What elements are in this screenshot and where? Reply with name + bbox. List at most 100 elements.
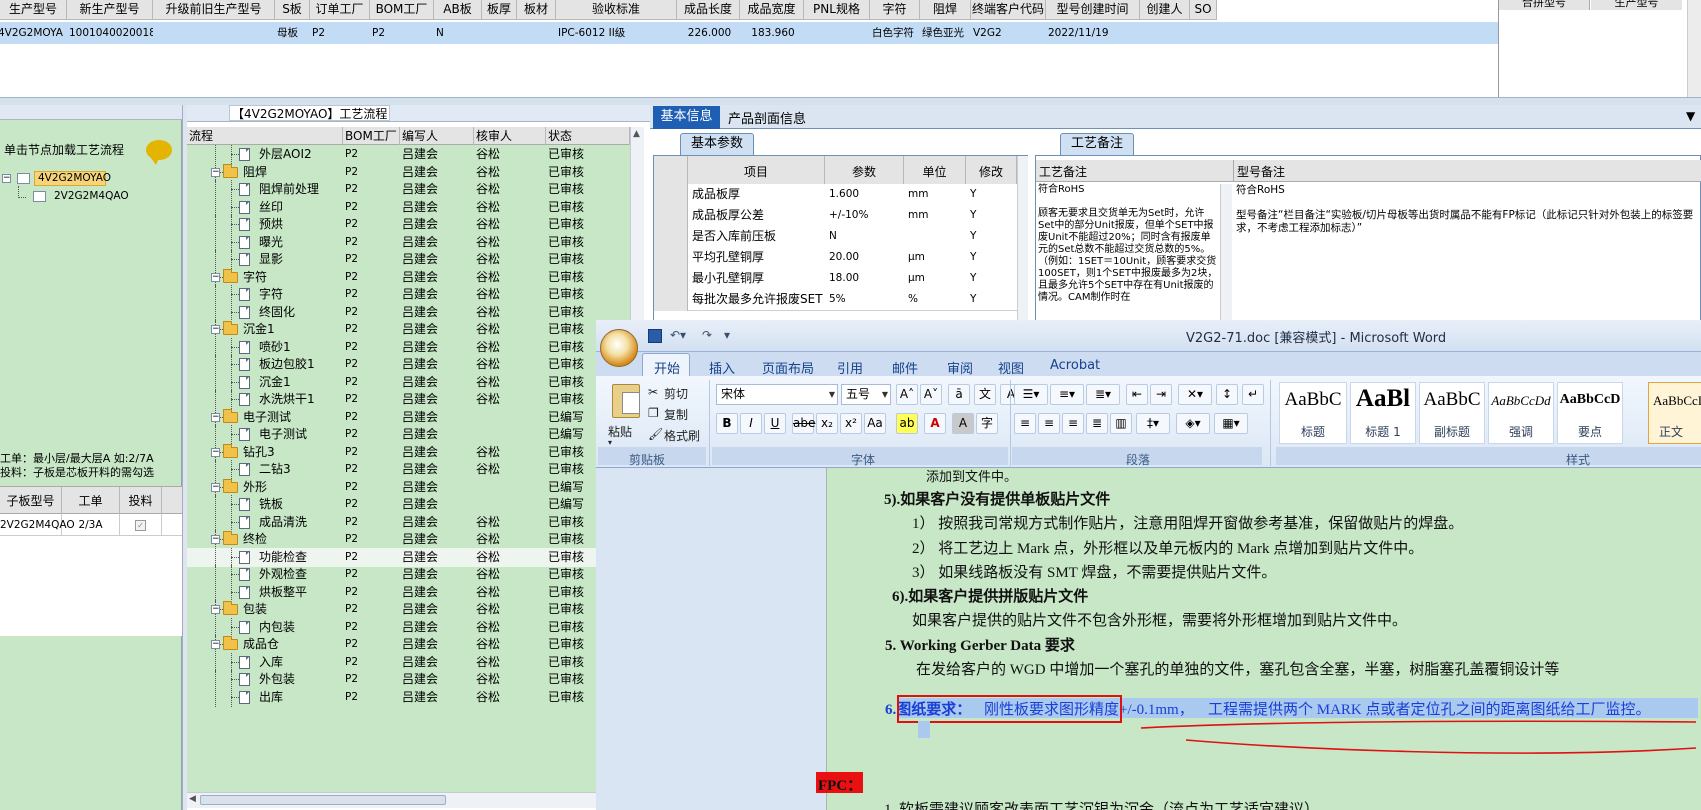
model-grid-header[interactable]: 板厚 — [482, 0, 517, 20]
dropdown-caret-icon[interactable]: ▼ — [1686, 109, 1695, 123]
process-row[interactable]: 终固化 P2 吕建会 谷松 已审核 — [187, 302, 630, 322]
collapse-icon[interactable]: − — [211, 272, 220, 282]
copy-icon[interactable]: ❐ — [648, 406, 659, 420]
process-row[interactable]: 预烘 P2 吕建会 谷松 已审核 — [187, 215, 630, 234]
process-row[interactable]: 二钻3 P2 吕建会 谷松 已审核 — [187, 460, 630, 479]
remark-scrollbar[interactable] — [1220, 184, 1232, 321]
param-value[interactable]: 18.00 — [829, 268, 859, 289]
process-row[interactable]: 丝印 P2 吕建会 谷松 已审核 — [187, 197, 630, 217]
param-value[interactable]: 1.600 — [829, 184, 859, 205]
ribbon-tab-references[interactable]: 引用 — [837, 358, 863, 377]
process-row[interactable]: − 字符 P2 吕建会 谷松 已审核 — [187, 267, 630, 287]
asian-layout-icon[interactable]: ✕▾ — [1178, 384, 1212, 405]
collapse-icon[interactable]: − — [211, 167, 220, 177]
bom-factory-header[interactable]: BOM工厂 — [343, 127, 400, 145]
row-gutter[interactable] — [654, 205, 688, 227]
scroll-up-icon[interactable]: ▲ — [633, 129, 640, 139]
author-header[interactable]: 编写人 — [400, 127, 474, 145]
model-grid-cell[interactable]: P2 — [312, 24, 370, 42]
row-gutter[interactable] — [654, 184, 688, 206]
status-header[interactable]: 状态 — [546, 127, 630, 145]
subscript-icon[interactable]: x₂ — [816, 413, 838, 434]
style-heading-1[interactable]: AaBl 标题 1 — [1350, 382, 1416, 444]
style-strong[interactable]: AaBbCcD 要点 — [1557, 382, 1623, 444]
save-icon[interactable] — [648, 329, 662, 343]
model-grid-cell[interactable]: 10010400200185 — [69, 24, 153, 42]
model-grid-header[interactable]: 成品宽度 — [740, 0, 804, 20]
highlight-icon[interactable]: ab — [896, 413, 918, 434]
char-shading-icon[interactable]: A — [952, 413, 974, 434]
font-color-icon[interactable]: A — [924, 413, 946, 434]
model-grid-header[interactable]: BOM工厂 — [370, 0, 434, 20]
process-row[interactable]: − 包装 P2 吕建会 谷松 已审核 — [187, 600, 630, 619]
ribbon-tab-view[interactable]: 视图 — [998, 358, 1024, 377]
model-grid-cell[interactable]: 4V2G2MOYAO — [0, 24, 63, 42]
change-case-icon[interactable]: Aa — [864, 413, 886, 434]
row-gutter[interactable] — [654, 226, 688, 248]
collapse-icon[interactable]: − — [211, 605, 220, 614]
process-row[interactable]: 烘板整平 P2 吕建会 谷松 已审核 — [187, 582, 630, 602]
collapse-icon[interactable]: − — [211, 535, 220, 544]
enclose-char-icon[interactable]: 字 — [976, 413, 998, 434]
align-center-icon[interactable]: ≡ — [1038, 413, 1060, 434]
process-row[interactable]: − 沉金1 P2 吕建会 谷松 已审核 — [187, 320, 630, 339]
tree-node-parent[interactable]: 4V2G2MOYAO — [38, 172, 111, 184]
process-row[interactable]: 字符 P2 吕建会 谷松 已审核 — [187, 285, 630, 304]
sort-icon[interactable]: ↕ — [1216, 384, 1238, 405]
process-row[interactable]: 板边包胶1 P2 吕建会 谷松 已审核 — [187, 355, 630, 374]
model-grid-cell[interactable] — [1192, 24, 1217, 42]
model-grid-cell[interactable] — [484, 24, 517, 42]
tab-basic-info[interactable]: 基本信息 — [653, 106, 720, 129]
model-grid-cell[interactable] — [519, 24, 556, 42]
tab-basic-params[interactable]: 基本参数 — [680, 133, 754, 155]
decrease-indent-icon[interactable]: ⇤ — [1126, 384, 1148, 405]
model-grid-header[interactable]: 成品长度 — [677, 0, 740, 20]
qat-menu-icon[interactable]: ▾ — [724, 328, 730, 342]
style-emphasis[interactable]: AaBbCcDd 强调 — [1488, 382, 1554, 444]
strikethrough-icon[interactable]: abe — [792, 413, 815, 434]
param-row[interactable]: 平均孔壁铜厚 20.00 μm Y — [654, 247, 1017, 269]
shrink-font-icon[interactable]: A˅ — [920, 384, 942, 405]
process-row[interactable]: 喷砂1 P2 吕建会 谷松 已审核 — [187, 337, 630, 357]
align-left-icon[interactable]: ≡ — [1014, 413, 1036, 434]
office-button[interactable] — [600, 329, 638, 367]
model-grid-header[interactable]: 阻焊 — [920, 0, 971, 20]
model-grid-cell[interactable]: 226.000 — [679, 24, 740, 42]
process-row[interactable]: − 成品仓 P2 吕建会 谷松 已审核 — [187, 635, 630, 654]
process-row[interactable]: − 阻焊 P2 吕建会 谷松 已审核 — [187, 162, 630, 182]
process-row[interactable]: 外包装 P2 吕建会 谷松 已审核 — [187, 670, 630, 689]
phonetic-guide-icon[interactable]: 文 — [974, 384, 996, 405]
process-row[interactable]: 外层AOI2 P2 吕建会 谷松 已审核 — [187, 145, 630, 164]
model-grid-cell[interactable]: 母板 — [277, 24, 310, 42]
tab-process-remark[interactable]: 工艺备注 — [1060, 133, 1134, 155]
feed-checkbox[interactable]: ✓ — [135, 519, 146, 531]
copy-button[interactable]: 复制 — [664, 406, 688, 423]
cut-button[interactable]: 剪切 — [664, 385, 688, 402]
process-row[interactable]: 显影 P2 吕建会 谷松 已审核 — [187, 250, 630, 269]
reviewer-header[interactable]: 核审人 — [474, 127, 546, 145]
borders-icon[interactable]: ▦▾ — [1214, 413, 1248, 434]
process-row[interactable]: 外观检查 P2 吕建会 谷松 已审核 — [187, 565, 630, 584]
model-grid-header[interactable]: 生产型号 — [0, 0, 67, 20]
paste-dropdown-icon[interactable]: ▾ — [608, 438, 612, 447]
process-remark-text[interactable]: 符合RoHS 顾客无要求且交货单无为Set时，允许Set中的部分Unit报废，但… — [1038, 184, 1220, 304]
redo-icon[interactable]: ↷ — [702, 328, 712, 342]
process-row[interactable]: 铣板 P2 吕建会 已编写 — [187, 495, 630, 514]
model-grid-header[interactable]: SO — [1190, 0, 1217, 20]
process-row[interactable]: 出库 P2 吕建会 谷松 已审核 — [187, 687, 630, 707]
collapse-icon[interactable]: − — [211, 412, 220, 422]
chevron-down-icon[interactable]: ▼ — [882, 385, 888, 404]
collapse-icon[interactable]: − — [211, 447, 220, 457]
feed-cell[interactable]: ✓ — [120, 514, 162, 536]
process-row[interactable]: 水洗烘干1 P2 吕建会 谷松 已审核 — [187, 390, 630, 409]
chevron-down-icon[interactable]: ▼ — [829, 385, 835, 404]
param-row[interactable]: 成品板厚 1.600 mm Y — [654, 184, 1017, 206]
process-row[interactable]: 入库 P2 吕建会 谷松 已审核 — [187, 652, 630, 672]
process-row[interactable]: 电子测试 P2 吕建会 已编写 — [187, 425, 630, 444]
param-value[interactable]: +/-10% — [829, 205, 868, 226]
model-grid-header[interactable]: 型号创建时间 — [1046, 0, 1140, 20]
param-row[interactable]: 成品板厚公差 +/-10% mm Y — [654, 205, 1017, 227]
model-grid-cell[interactable]: V2G2 — [973, 24, 1046, 42]
scroll-left-icon[interactable]: ◀ — [189, 794, 196, 804]
process-row[interactable]: 功能检查 P2 吕建会 谷松 已审核 — [187, 547, 630, 567]
